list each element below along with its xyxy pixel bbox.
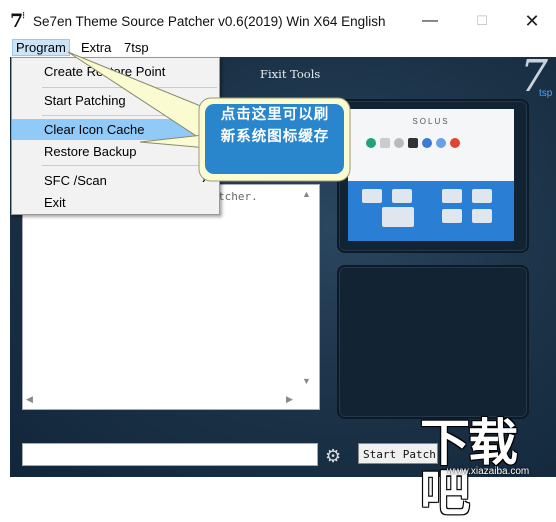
callout-text: 点击这里可以刷 新系统图标缓存 [206, 104, 344, 148]
callout-line-2: 新系统图标缓存 [220, 129, 330, 145]
callout-line-1: 点击这里可以刷 [220, 107, 330, 123]
callout-annotation [67, 51, 351, 182]
